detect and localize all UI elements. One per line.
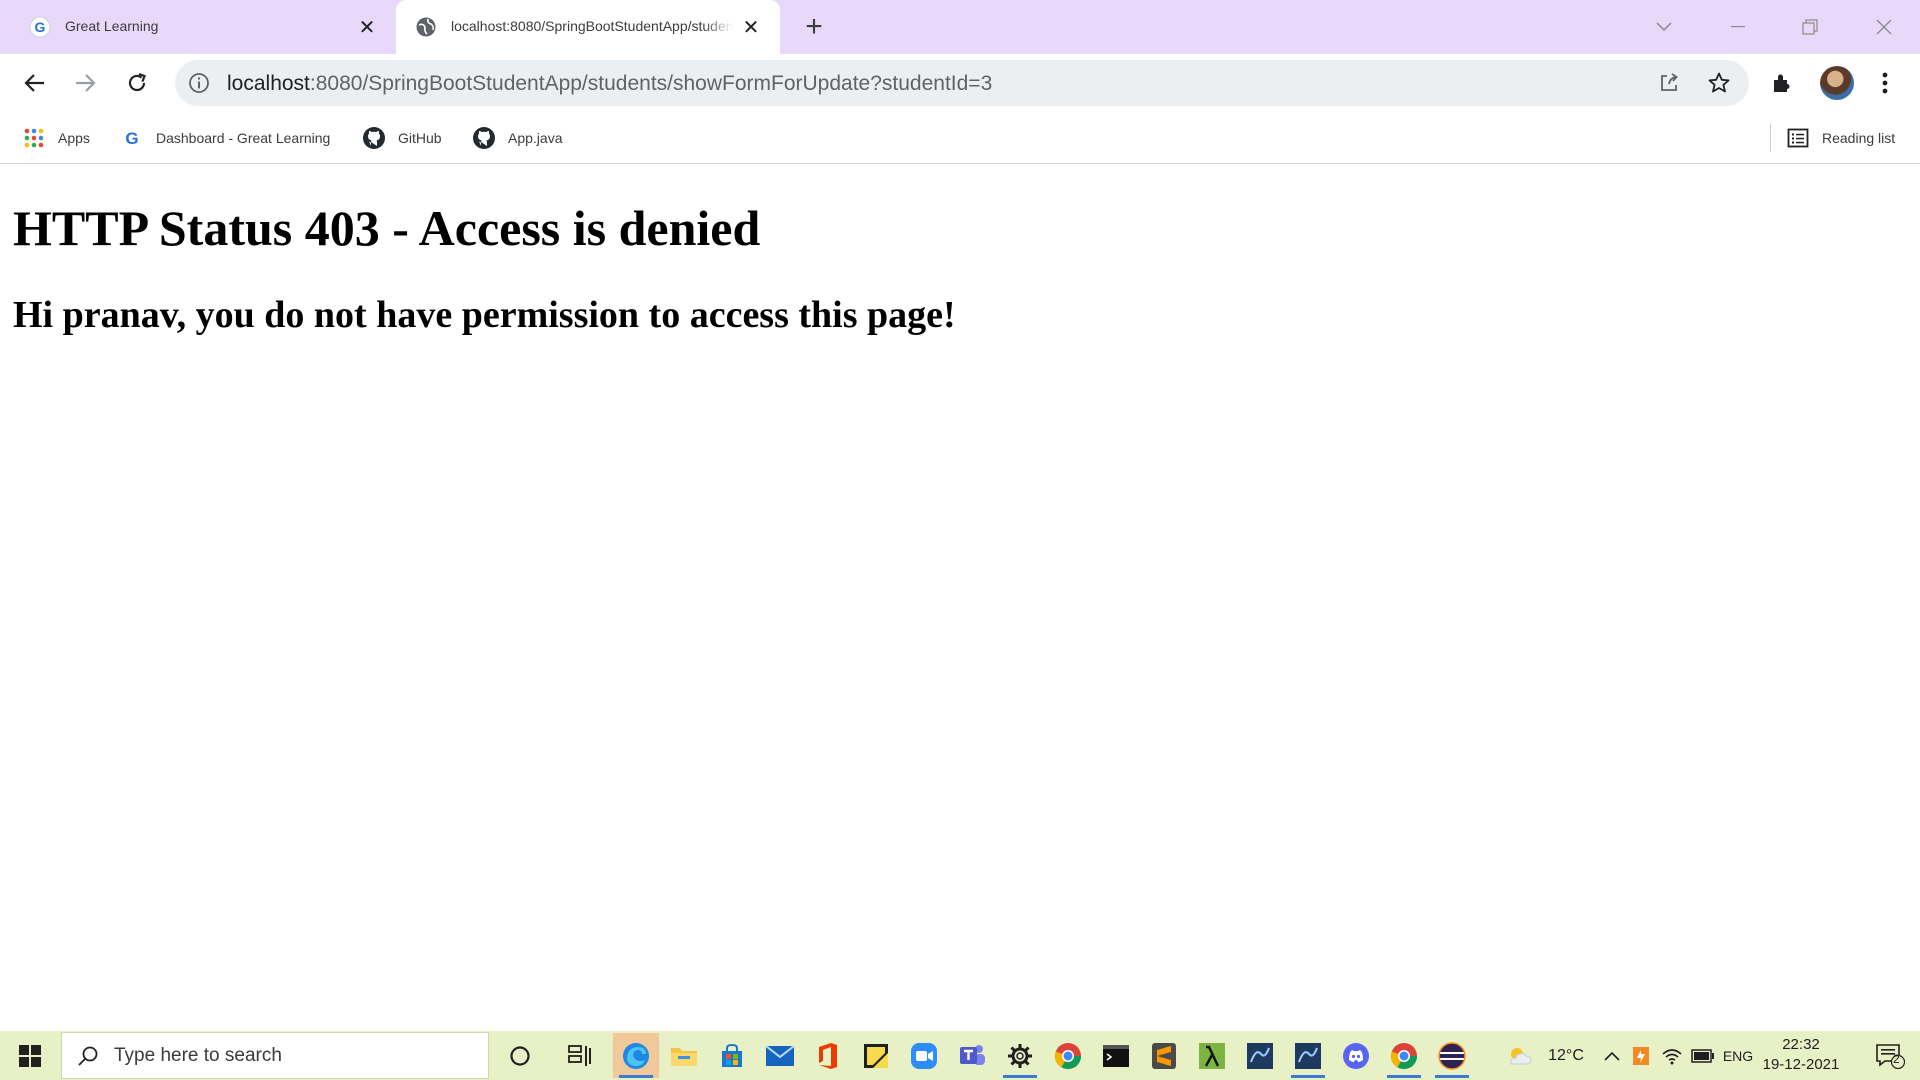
github-icon [472, 126, 496, 150]
url-text: localhost:8080/SpringBootStudentApp/stud… [227, 72, 992, 96]
great-learning-icon: G [120, 126, 144, 150]
sticky-notes-icon[interactable] [853, 1033, 899, 1078]
menu-icon[interactable] [1866, 64, 1904, 102]
eclipse-icon[interactable] [1429, 1033, 1475, 1078]
browser-toolbar: localhost:8080/SpringBootStudentApp/stud… [0, 54, 1920, 112]
bookmarks-separator [1770, 124, 1771, 152]
search-placeholder: Type here to search [114, 1044, 282, 1066]
weather-icon[interactable] [1500, 1031, 1538, 1080]
reading-list-label: Reading list [1822, 130, 1896, 146]
reading-list-icon [1786, 126, 1810, 150]
active-indicator [1435, 1075, 1469, 1078]
close-window-button[interactable] [1864, 10, 1904, 44]
clock[interactable]: 22:32 19-12-2021 [1756, 1035, 1846, 1075]
sublime-text-icon[interactable] [1141, 1033, 1187, 1078]
reading-list-button[interactable]: Reading list [1786, 124, 1895, 152]
new-tab-button[interactable]: + [798, 12, 830, 44]
clock-time: 22:32 [1782, 1036, 1820, 1053]
extensions-icon[interactable] [1764, 64, 1802, 102]
battery-icon[interactable] [1688, 1031, 1718, 1080]
close-icon[interactable]: ✕ [738, 14, 764, 40]
bookmarks-bar: Apps G Dashboard - Great Learning GitHub… [0, 112, 1920, 164]
globe-icon [414, 15, 438, 39]
microsoft-store-icon[interactable] [709, 1033, 755, 1078]
notification-center-icon[interactable]: 2 [1866, 1031, 1914, 1080]
windows-icon [19, 1044, 41, 1067]
taskbar-search-box[interactable]: Type here to search [61, 1032, 489, 1079]
arrow-right-icon [76, 74, 96, 92]
avatar [1820, 66, 1854, 100]
great-learning-icon: G [28, 15, 52, 39]
minimize-button[interactable] [1718, 10, 1758, 44]
clock-date: 19-12-2021 [1762, 1056, 1840, 1073]
office-icon[interactable] [805, 1033, 851, 1078]
profile-avatar[interactable] [1818, 64, 1856, 102]
tab-localhost[interactable]: localhost:8080/SpringBootStudentApp/stud… [396, 0, 780, 54]
active-indicator [1387, 1075, 1421, 1078]
active-indicator [1003, 1075, 1037, 1078]
close-icon[interactable]: ✕ [354, 14, 380, 40]
mysql-workbench-icon[interactable] [1237, 1033, 1283, 1078]
apps-grid-icon [22, 126, 46, 150]
teams-icon[interactable] [949, 1033, 995, 1078]
svg-text:G: G [35, 19, 46, 35]
edge-icon[interactable] [613, 1033, 659, 1078]
zoom-icon[interactable] [901, 1033, 947, 1078]
restore-button[interactable] [1790, 10, 1830, 44]
star-icon[interactable] [1705, 69, 1733, 97]
search-icon [76, 1044, 100, 1068]
bookmark-label: Apps [58, 130, 90, 146]
bookmark-apps[interactable]: Apps [22, 124, 90, 152]
bookmark-label: Dashboard - Great Learning [156, 130, 331, 146]
info-icon[interactable] [187, 71, 211, 95]
svg-text:G: G [125, 129, 138, 148]
tab-title: localhost:8080/SpringBootStudentApp/stud… [451, 18, 733, 34]
forward-button[interactable] [66, 64, 104, 102]
weather-temperature[interactable]: 12°C [1538, 1031, 1594, 1080]
github-icon [362, 126, 386, 150]
url-path: :8080/SpringBootStudentApp/students/show… [309, 72, 993, 95]
mysql-workbench-icon[interactable] [1285, 1033, 1331, 1078]
chrome-icon[interactable] [1045, 1033, 1091, 1078]
bookmark-label: GitHub [398, 130, 442, 146]
tab-strip: G Great Learning ✕ localhost:8080/Spring… [0, 0, 1920, 54]
windows-taskbar: Type here to search 12°C ENG 22:32 19-12… [0, 1031, 1920, 1080]
tab-great-learning[interactable]: G Great Learning ✕ [10, 0, 390, 54]
error-message: Hi pranav, you do not have permission to… [13, 294, 956, 336]
start-button[interactable] [0, 1031, 60, 1080]
terminal-icon[interactable] [1093, 1033, 1139, 1078]
notification-count: 2 [1893, 1052, 1900, 1066]
bookmark-dashboard-great-learning[interactable]: G Dashboard - Great Learning [120, 124, 330, 152]
active-indicator [1291, 1075, 1325, 1078]
bookmark-label: App.java [508, 130, 563, 146]
page-title: HTTP Status 403 - Access is denied [13, 200, 761, 256]
app-tray-icon[interactable] [1628, 1031, 1654, 1080]
discord-icon[interactable] [1333, 1033, 1379, 1078]
tab-search-icon[interactable] [1644, 10, 1684, 44]
reload-icon [128, 72, 146, 92]
cortana-icon[interactable] [497, 1033, 543, 1078]
file-explorer-icon[interactable] [661, 1033, 707, 1078]
address-bar[interactable]: localhost:8080/SpringBootStudentApp/stud… [175, 60, 1749, 106]
share-icon[interactable] [1655, 69, 1683, 97]
url-host: localhost [227, 72, 310, 95]
back-button[interactable] [16, 64, 54, 102]
bookmark-github[interactable]: GitHub [362, 124, 442, 152]
settings-icon[interactable] [997, 1033, 1043, 1078]
mail-icon[interactable] [757, 1033, 803, 1078]
bookmark-app-java[interactable]: App.java [472, 124, 562, 152]
tab-title: Great Learning [65, 18, 159, 34]
reload-button[interactable] [118, 64, 156, 102]
chevron-up-icon[interactable] [1600, 1031, 1624, 1080]
arrow-left-icon [24, 74, 44, 92]
language-indicator[interactable]: ENG [1718, 1031, 1758, 1080]
lambda-icon[interactable] [1189, 1033, 1235, 1078]
wifi-icon[interactable] [1658, 1031, 1686, 1080]
page-content: HTTP Status 403 - Access is denied Hi pr… [0, 165, 1920, 1031]
active-indicator [619, 1075, 653, 1078]
task-view-icon[interactable] [557, 1033, 603, 1078]
chrome-icon[interactable] [1381, 1033, 1427, 1078]
